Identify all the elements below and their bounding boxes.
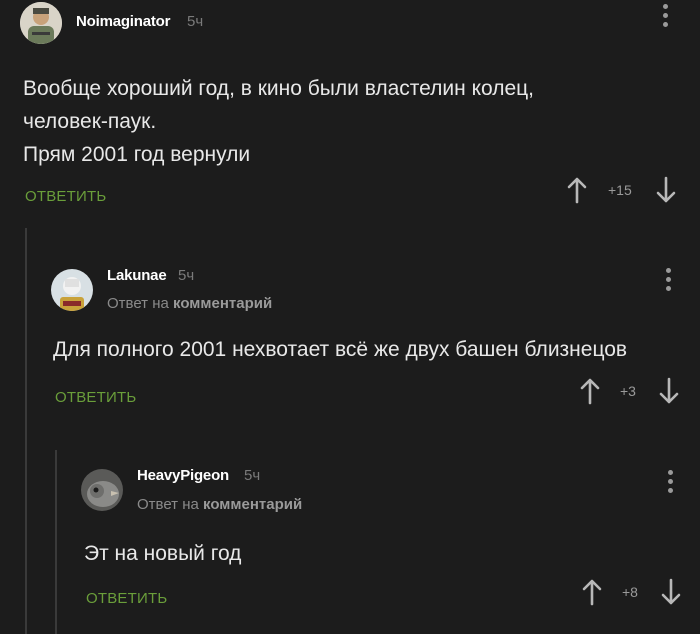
comment-time: 5ч [244,467,261,484]
thread-line-level-1[interactable] [25,228,27,634]
menu-dots-icon[interactable] [664,268,672,294]
comment-text-line: Вообще хороший год, в кино были властели… [23,77,535,100]
reply-button[interactable]: ОТВЕТИТЬ [55,389,136,406]
reply-to-prefix: Ответ на [137,496,199,513]
thread-line-level-2[interactable] [55,450,57,634]
comment-author[interactable]: HeavyPigeon [137,467,229,484]
upvote-arrow-icon[interactable] [579,377,601,405]
downvote-arrow-icon[interactable] [655,176,677,204]
comment-author[interactable]: Lakunae [107,267,167,284]
comment-score: +3 [620,383,636,399]
reply-to-label: Ответ на комментарий [137,496,302,513]
menu-dots-icon[interactable] [666,470,674,496]
avatar-image [51,269,93,311]
menu-dots-icon[interactable] [661,4,669,30]
comment-text-line: Для полного 2001 нехвотает всё же двух б… [53,338,628,361]
reply-to-label: Ответ на комментарий [107,295,272,312]
upvote-arrow-icon[interactable] [581,578,603,606]
comment-text-line: человек-паук. [23,110,157,133]
downvote-arrow-icon[interactable] [660,578,682,606]
reply-to-prefix: Ответ на [107,295,169,312]
reply-to-link[interactable]: комментарий [203,496,302,513]
downvote-arrow-icon[interactable] [658,377,680,405]
comment-text-line: Прям 2001 год вернули [23,143,251,166]
reply-to-link[interactable]: комментарий [173,295,272,312]
comment-score: +8 [622,584,638,600]
comment-text-line: Эт на новый год [84,542,242,565]
avatar[interactable] [81,469,123,511]
comment-time: 5ч [187,13,204,30]
comment-author[interactable]: Noimaginator [76,13,170,30]
reply-button[interactable]: ОТВЕТИТЬ [25,188,106,205]
reply-button[interactable]: ОТВЕТИТЬ [86,590,167,607]
comment-time: 5ч [178,267,195,284]
avatar-image [20,2,62,44]
upvote-arrow-icon[interactable] [566,176,588,204]
avatar[interactable] [20,2,62,44]
avatar-image [81,469,123,511]
avatar[interactable] [51,269,93,311]
comment-score: +15 [608,182,632,198]
